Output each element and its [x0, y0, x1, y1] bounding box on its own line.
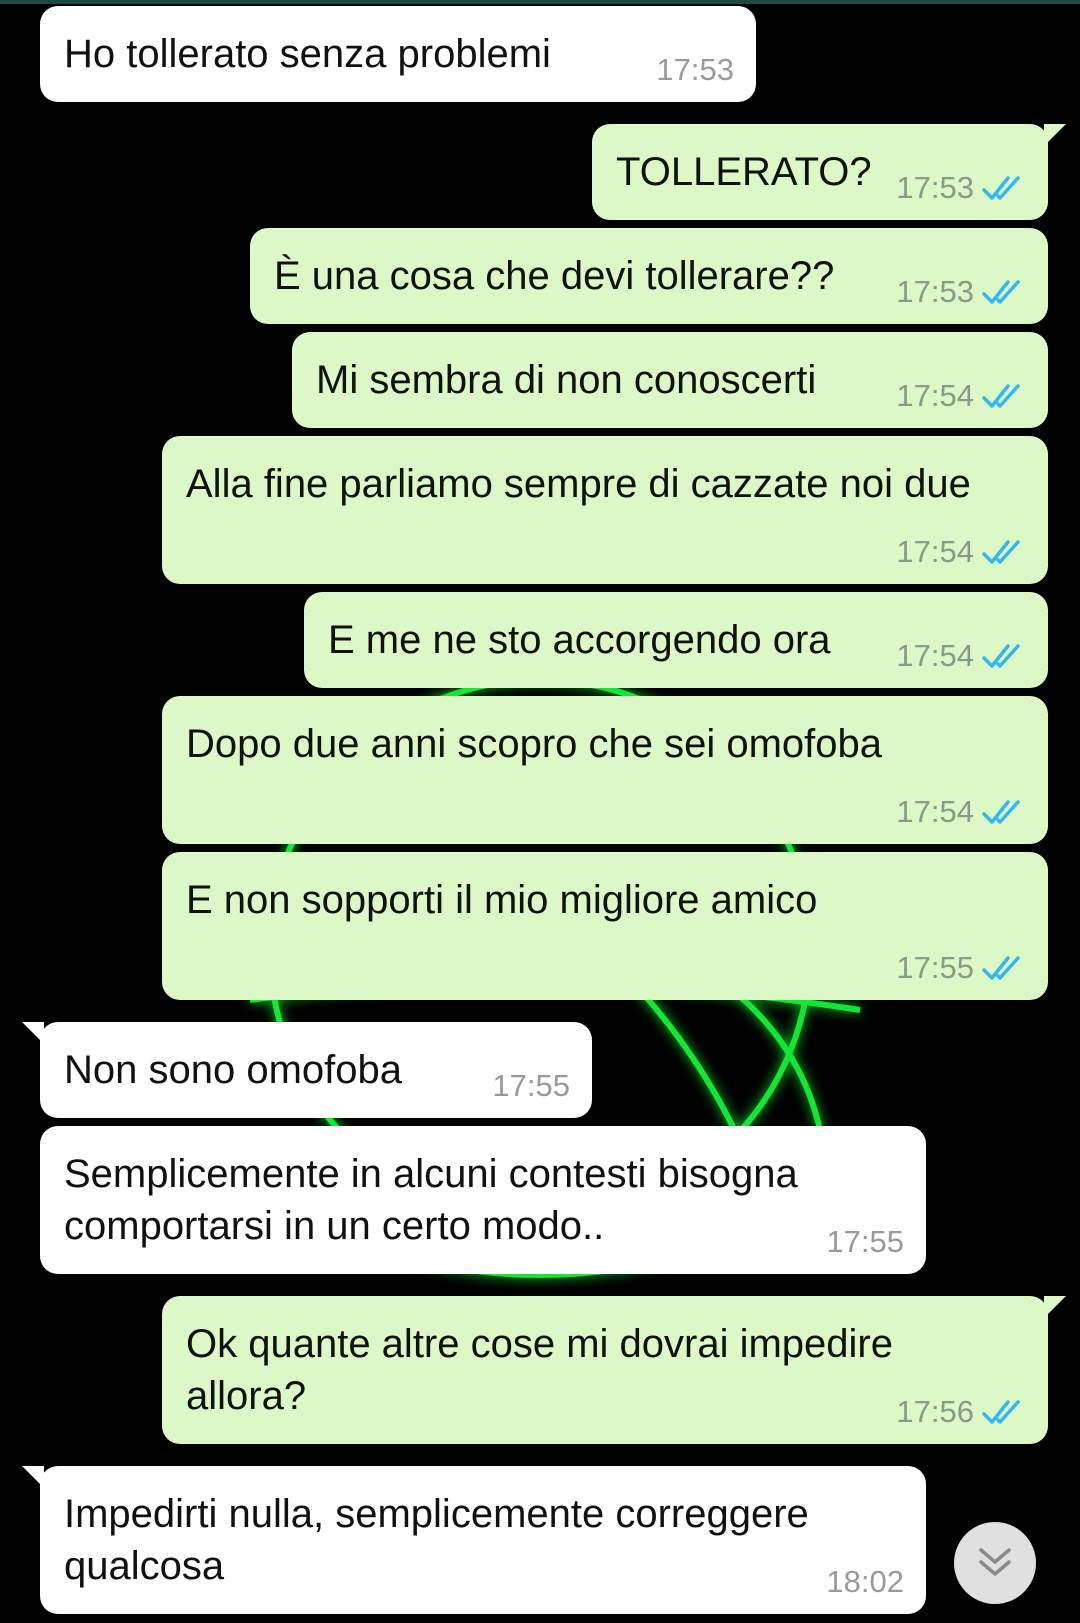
message-text: Dopo due anni scopro che sei omofoba	[186, 722, 883, 766]
read-receipt-icon	[982, 956, 1020, 980]
message-time: 17:54	[896, 534, 974, 569]
message-bubble-outgoing[interactable]: Mi sembra di non conoscerti 17:54	[292, 332, 1048, 428]
bubble-tail	[22, 1022, 44, 1044]
bubble-tail	[1044, 1296, 1066, 1318]
read-receipt-icon	[982, 384, 1020, 408]
message-time: 17:53	[896, 170, 974, 205]
message-bubble-outgoing[interactable]: E non sopporti il mio migliore amico 17:…	[162, 852, 1048, 1000]
read-receipt-icon	[982, 644, 1020, 668]
read-receipt-icon	[982, 800, 1020, 824]
message-bubble-outgoing[interactable]: E me ne sto accorgendo ora 17:54	[304, 592, 1048, 688]
message-text: Ho tollerato senza problemi	[64, 32, 551, 76]
message-time: 17:55	[896, 950, 974, 985]
read-receipt-icon	[982, 280, 1020, 304]
bubble-tail	[1044, 124, 1066, 146]
message-bubble-incoming[interactable]: Impedirti nulla, semplicemente corregger…	[22, 1466, 926, 1614]
message-text: Semplicemente in alcuni contesti bisogna…	[64, 1152, 798, 1248]
message-time: 17:53	[656, 52, 734, 87]
message-bubble-incoming[interactable]: Non sono omofoba 17:55	[22, 1022, 592, 1118]
message-text: Alla fine parliamo sempre di cazzate noi…	[186, 462, 971, 506]
message-bubble-incoming[interactable]: Semplicemente in alcuni contesti bisogna…	[40, 1126, 926, 1274]
double-chevron-down-icon	[979, 1548, 1011, 1576]
message-time: 17:54	[896, 638, 974, 673]
message-text: E non sopporti il mio migliore amico	[186, 878, 818, 922]
scroll-to-bottom-button[interactable]	[954, 1522, 1036, 1604]
message-bubble-outgoing[interactable]: È una cosa che devi tollerare?? 17:53	[250, 228, 1048, 324]
message-time: 17:54	[896, 378, 974, 413]
message-time: 17:53	[896, 274, 974, 309]
read-receipt-icon	[982, 1400, 1020, 1424]
read-receipt-icon	[982, 176, 1020, 200]
message-time: 18:02	[826, 1564, 904, 1599]
message-bubble-outgoing[interactable]: Dopo due anni scopro che sei omofoba 17:…	[162, 696, 1048, 844]
message-time: 17:54	[896, 794, 974, 829]
message-text: Impedirti nulla, semplicemente corregger…	[64, 1492, 809, 1588]
message-bubble-outgoing[interactable]: Ok quante altre cose mi dovrai impedire …	[162, 1296, 1066, 1444]
message-time: 17:56	[896, 1394, 974, 1429]
message-bubble-outgoing[interactable]: Alla fine parliamo sempre di cazzate noi…	[162, 436, 1048, 584]
bubble-tail	[22, 1466, 44, 1488]
read-receipt-icon	[982, 540, 1020, 564]
message-bubble-incoming[interactable]: Ho tollerato senza problemi 17:53	[40, 6, 756, 102]
message-time: 17:55	[826, 1224, 904, 1259]
message-bubble-outgoing[interactable]: TOLLERATO? 17:53	[592, 124, 1066, 220]
message-time: 17:55	[492, 1068, 570, 1103]
